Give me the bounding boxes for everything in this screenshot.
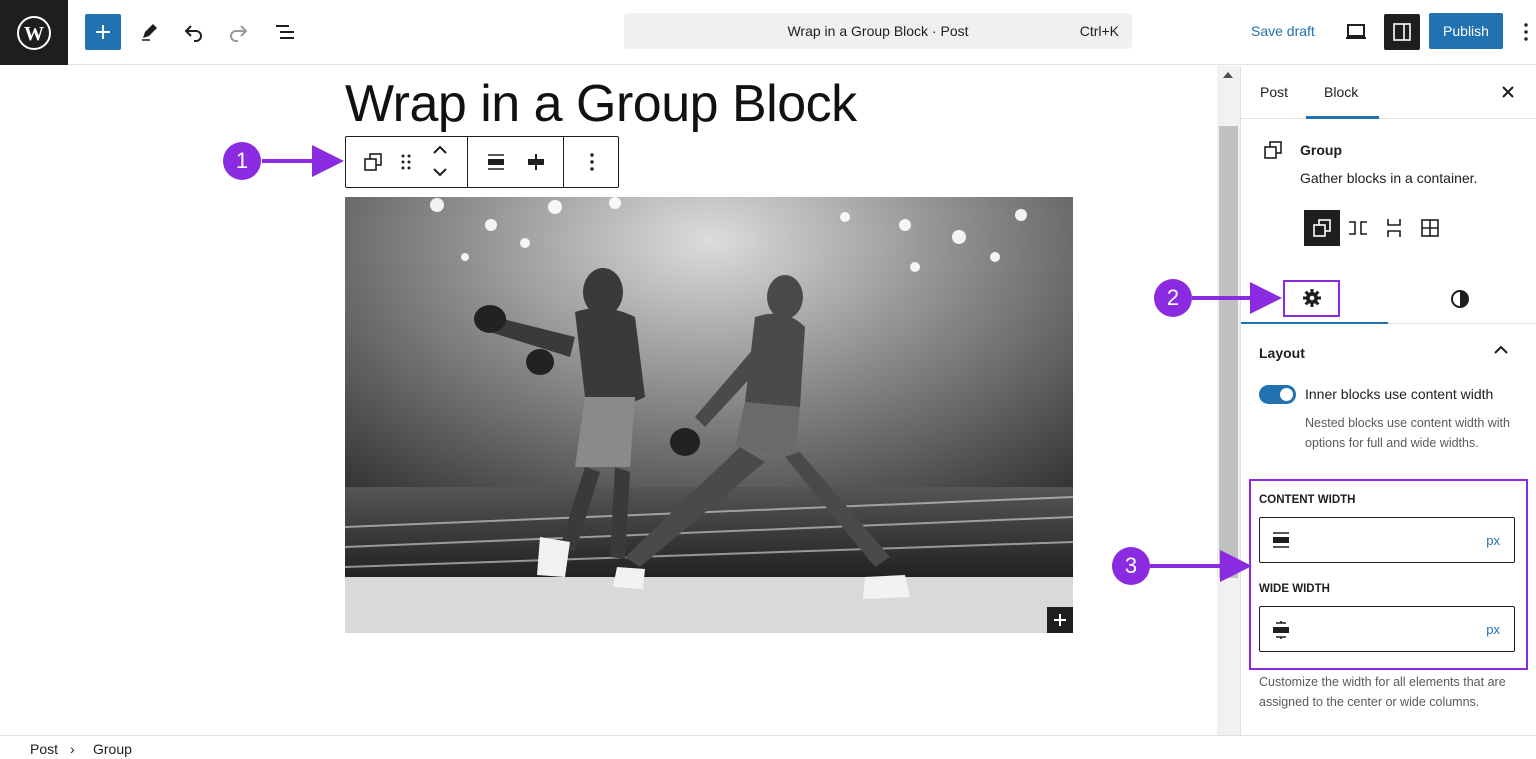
svg-text:W: W: [24, 23, 44, 45]
layout-panel-title[interactable]: Layout: [1259, 345, 1305, 361]
active-tab-indicator: [1306, 116, 1379, 119]
variation-grid-icon[interactable]: [1412, 210, 1448, 246]
sidebar-tabs: Post Block: [1241, 66, 1536, 119]
block-variations: [1304, 210, 1448, 247]
width-help-text: Customize the width for all elements tha…: [1259, 675, 1506, 709]
tab-block[interactable]: Block: [1324, 84, 1358, 100]
vertical-ellipsis-icon[interactable]: [1516, 14, 1536, 50]
highlight-settings-tab: [1283, 280, 1340, 317]
content-width-toggle[interactable]: [1259, 385, 1296, 404]
laptop-icon[interactable]: [1338, 14, 1374, 50]
breadcrumb-separator: ›: [70, 741, 75, 757]
sidebar-icon: [1393, 23, 1411, 41]
wordpress-logo-icon[interactable]: W: [0, 0, 68, 65]
callout-1: 1: [223, 142, 261, 180]
highlight-width-fields: [1249, 479, 1528, 670]
save-draft-button[interactable]: Save draft: [1251, 23, 1315, 39]
boxing-photo-image[interactable]: [345, 197, 1073, 633]
callout-2: 2: [1154, 279, 1192, 317]
command-palette-bar[interactable]: Wrap in a Group Block · Post Ctrl+K: [624, 13, 1132, 49]
redo-icon[interactable]: [220, 14, 256, 50]
publish-button[interactable]: Publish: [1429, 13, 1503, 49]
contrast-icon[interactable]: [1447, 286, 1473, 312]
block-toolbar: [345, 136, 619, 188]
justify-icon[interactable]: [482, 148, 510, 176]
scroll-thumb[interactable]: [1219, 126, 1238, 578]
group-icon: [1263, 140, 1283, 165]
group-icon[interactable]: [359, 148, 387, 176]
settings-tab-indicator: [1241, 322, 1388, 324]
close-icon[interactable]: [1499, 83, 1517, 101]
editor-header: W Wrap in a Group Block · Post Ctrl+K Sa…: [0, 0, 1536, 65]
list-view-icon[interactable]: [267, 14, 303, 50]
breadcrumb-post[interactable]: Post: [30, 741, 58, 757]
pencil-icon[interactable]: [131, 14, 167, 50]
move-down-icon[interactable]: [426, 161, 454, 185]
block-description: Gather blocks in a container.: [1300, 170, 1478, 186]
breadcrumb-group[interactable]: Group: [93, 741, 132, 757]
editor-app: W Wrap in a Group Block · Post Ctrl+K Sa…: [0, 0, 1536, 759]
align-icon[interactable]: [522, 148, 550, 176]
keyboard-shortcut: Ctrl+K: [1079, 23, 1119, 39]
plus-icon[interactable]: [1047, 607, 1073, 633]
block-toolbar-group-1: [346, 137, 468, 187]
block-name: Group: [1300, 142, 1342, 158]
toggle-knob: [1280, 388, 1293, 401]
toggle-help-text: Nested blocks use content width with opt…: [1305, 416, 1510, 450]
editor-canvas: Wrap in a Group Block: [0, 66, 1217, 735]
variation-stack-icon[interactable]: [1376, 210, 1412, 246]
breadcrumb: Post › Group: [0, 735, 1536, 759]
settings-sidebar-button[interactable]: [1384, 14, 1420, 50]
drag-handle-icon[interactable]: [392, 148, 420, 176]
callout-3: 3: [1112, 547, 1150, 585]
scroll-up-arrow-icon[interactable]: [1223, 72, 1233, 78]
move-up-icon[interactable]: [426, 137, 454, 161]
post-title[interactable]: Wrap in a Group Block: [345, 74, 857, 134]
document-title: Wrap in a Group Block · Post: [787, 23, 969, 39]
more-options-icon[interactable]: [578, 148, 606, 176]
variation-row-icon[interactable]: [1340, 210, 1376, 246]
chevron-up-icon[interactable]: [1493, 343, 1509, 361]
add-block-button[interactable]: [85, 14, 121, 50]
variation-group-icon[interactable]: [1304, 210, 1340, 246]
tab-post[interactable]: Post: [1260, 84, 1288, 100]
undo-icon[interactable]: [176, 14, 212, 50]
toggle-label: Inner blocks use content width: [1305, 386, 1494, 402]
block-toolbar-group-2: [468, 137, 564, 187]
canvas-scrollbar[interactable]: [1217, 66, 1240, 735]
